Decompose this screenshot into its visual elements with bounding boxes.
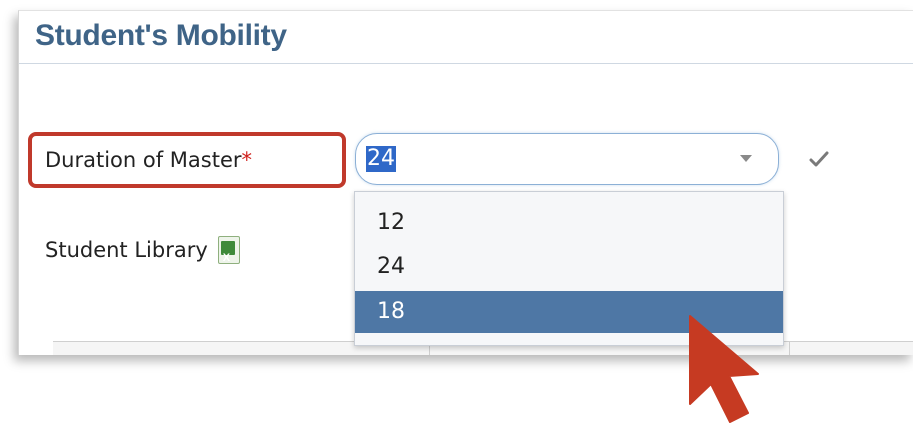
page-title: Student's Mobility xyxy=(35,19,287,52)
dropdown-option-24[interactable]: 24 xyxy=(355,246,783,288)
dropdown-option-12[interactable]: 12 xyxy=(355,202,783,244)
duration-of-master-label: Duration of Master* xyxy=(45,133,252,187)
student-mobility-panel: Student's Mobility Duration of Master* S… xyxy=(18,10,913,355)
required-marker: * xyxy=(241,148,253,172)
checkmark-icon[interactable] xyxy=(809,150,829,168)
table-column-divider xyxy=(789,342,790,355)
duration-label-text: Duration of Master xyxy=(45,148,242,172)
student-library-row: Student Library xyxy=(45,233,240,275)
student-library-label: Student Library xyxy=(45,238,208,262)
excel-file-icon[interactable] xyxy=(217,236,240,275)
duration-combobox[interactable]: 24 xyxy=(355,133,779,185)
duration-selected-value[interactable]: 24 xyxy=(366,146,396,172)
mouse-pointer-icon xyxy=(689,315,759,423)
title-divider xyxy=(19,63,913,64)
chevron-down-icon[interactable] xyxy=(740,155,752,162)
